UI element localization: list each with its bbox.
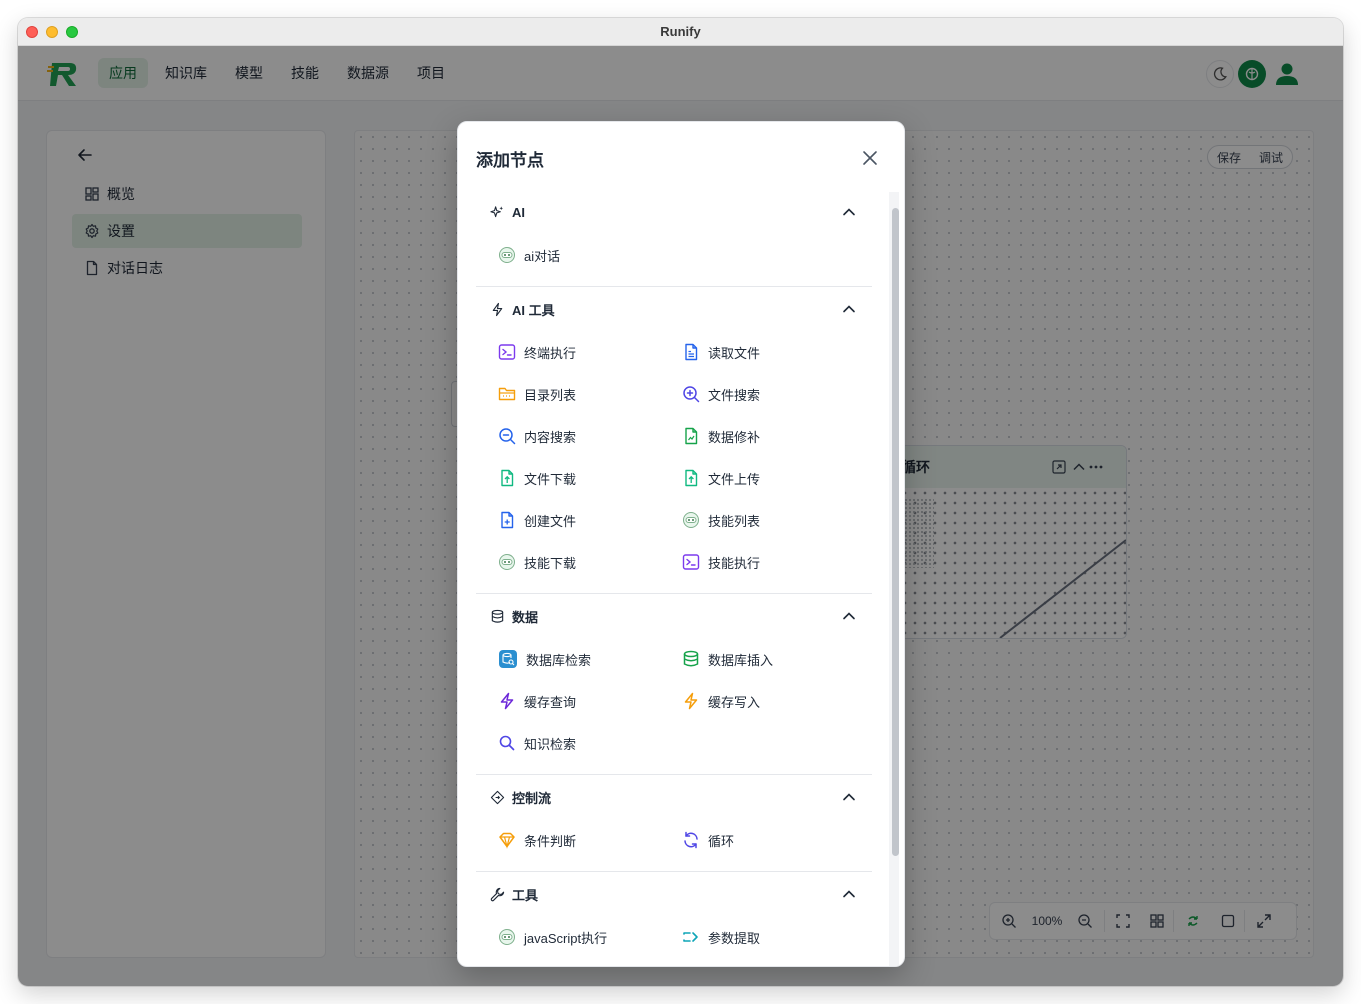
node-directory-list[interactable]: 目录列表	[498, 373, 682, 415]
chevron-up-icon[interactable]	[840, 203, 858, 221]
extract-icon	[683, 932, 698, 942]
bolt-icon	[492, 302, 503, 316]
dialog-title: 添加节点	[476, 151, 544, 170]
scrollbar-thumb[interactable]	[892, 208, 899, 856]
robot-icon	[499, 247, 515, 263]
section-items: ai对话	[476, 234, 872, 286]
section-data: 数据 数据库检索 数据库插入 缓存查询 缓存写入 知识检索	[476, 594, 872, 775]
close-icon[interactable]	[859, 147, 881, 169]
section-items: 条件判断 循环	[476, 819, 872, 871]
section-ai: AI ai对话	[476, 190, 872, 287]
db-search-icon	[499, 650, 517, 668]
bolt-icon	[500, 692, 514, 710]
section-items: javaScript执行 参数提取	[476, 916, 872, 966]
chevron-up-icon[interactable]	[840, 607, 858, 625]
database-icon	[491, 609, 504, 623]
section-header-tools[interactable]: 工具	[476, 872, 872, 916]
section-items: 终端执行 读取文件 目录列表 文件搜索 内容搜索 数据修补 文件下载 文件上传 …	[476, 331, 872, 593]
node-loop[interactable]: 循环	[682, 819, 866, 861]
terminal-icon	[682, 554, 700, 570]
zoom-in-icon	[683, 386, 700, 403]
chevron-up-icon[interactable]	[840, 885, 858, 903]
diamond-icon	[490, 790, 505, 804]
section-items: 数据库检索 数据库插入 缓存查询 缓存写入 知识检索	[476, 638, 872, 774]
section-ai-tools: AI 工具 终端执行 读取文件 目录列表 文件搜索 内容搜索 数据修补 文件下载…	[476, 287, 872, 594]
app-content: 应用 知识库 模型 技能 数据源 项目 概览 设置 对话日志 保存 调试 循环 …	[18, 46, 1343, 986]
section-title: 控制流	[512, 790, 552, 806]
window-title: Runify	[660, 24, 701, 39]
diamond-icon	[499, 832, 515, 849]
chevron-up-icon[interactable]	[840, 300, 858, 318]
section-header-data[interactable]: 数据	[476, 594, 872, 638]
database-icon	[683, 650, 699, 667]
refresh-icon	[684, 831, 698, 849]
chevron-up-icon[interactable]	[840, 788, 858, 806]
minimize-window-button[interactable]	[46, 26, 58, 38]
node-skill-list[interactable]: 技能列表	[682, 499, 866, 541]
node-ai-chat[interactable]: ai对话	[498, 234, 682, 276]
title-bar: Runify	[18, 18, 1343, 46]
file-arrow-icon	[501, 469, 514, 487]
robot-icon	[683, 512, 699, 528]
robot-icon	[499, 554, 515, 570]
node-file-search[interactable]: 文件搜索	[682, 373, 866, 415]
zoom-out-icon	[499, 428, 516, 445]
node-create-file[interactable]: 创建文件	[498, 499, 682, 541]
robot-icon	[499, 929, 515, 945]
section-header-ai[interactable]: AI	[476, 190, 872, 234]
section-tools: 工具 javaScript执行 参数提取	[476, 872, 872, 966]
section-title: 数据	[512, 609, 539, 625]
file-plus-icon	[501, 511, 514, 529]
sparkles-icon	[490, 205, 504, 217]
section-title: AI	[512, 204, 525, 220]
node-content-search[interactable]: 内容搜索	[498, 415, 682, 457]
folder-icon	[498, 387, 516, 401]
node-skill-exec[interactable]: 技能执行	[682, 541, 866, 583]
node-db-insert[interactable]: 数据库插入	[682, 638, 866, 680]
file-text-icon	[685, 343, 698, 361]
add-node-dialog: 添加节点 AI ai对话 AI 工具 终端执行 读取文件 目录列表 文件搜索 内…	[457, 121, 905, 967]
file-chart-icon	[685, 427, 698, 445]
node-javascript-exec[interactable]: javaScript执行	[498, 916, 682, 958]
section-header-control-flow[interactable]: 控制流	[476, 775, 872, 819]
node-read-file[interactable]: 读取文件	[682, 331, 866, 373]
section-title: 工具	[512, 887, 539, 903]
node-file-upload[interactable]: 文件上传	[682, 457, 866, 499]
maximize-window-button[interactable]	[66, 26, 78, 38]
section-title: AI 工具	[512, 302, 555, 318]
node-terminal-exec[interactable]: 终端执行	[498, 331, 682, 373]
node-cache-query[interactable]: 缓存查询	[498, 680, 682, 722]
node-param-extract[interactable]: 参数提取	[682, 916, 866, 958]
close-window-button[interactable]	[26, 26, 38, 38]
node-skill-download[interactable]: 技能下载	[498, 541, 682, 583]
node-cache-write[interactable]: 缓存写入	[682, 680, 866, 722]
section-control-flow: 控制流 条件判断 循环	[476, 775, 872, 872]
node-db-search[interactable]: 数据库检索	[498, 638, 682, 680]
node-list[interactable]: AI ai对话 AI 工具 终端执行 读取文件 目录列表 文件搜索 内容搜索 数…	[476, 190, 872, 966]
bolt-icon	[684, 692, 698, 710]
wrench-icon	[490, 887, 505, 901]
file-arrow-icon	[685, 469, 698, 487]
app-window: Runify 应用 知识库 模型 技能 数据源 项目 概览 设置 对话日志 保存…	[18, 18, 1343, 986]
terminal-icon	[498, 344, 516, 360]
node-knowledge-search[interactable]: 知识检索	[498, 722, 682, 764]
node-condition[interactable]: 条件判断	[498, 819, 682, 861]
node-file-download[interactable]: 文件下载	[498, 457, 682, 499]
section-header-ai-tools[interactable]: AI 工具	[476, 287, 872, 331]
node-data-patch[interactable]: 数据修补	[682, 415, 866, 457]
search-icon	[499, 735, 515, 751]
